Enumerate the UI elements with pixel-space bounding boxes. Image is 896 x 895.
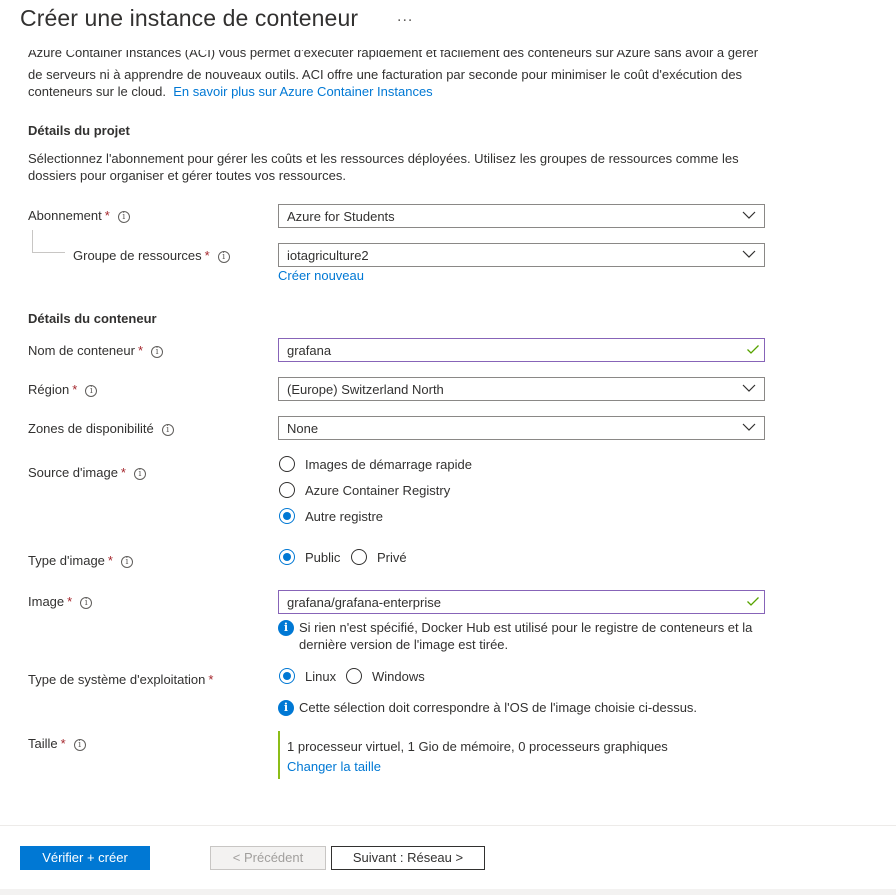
chevron-down-icon bbox=[742, 423, 756, 431]
container-name-input[interactable]: grafana bbox=[278, 338, 765, 362]
chevron-down-icon bbox=[742, 211, 756, 219]
checkmark-icon bbox=[747, 597, 759, 606]
availability-zones-dropdown[interactable]: None bbox=[278, 416, 765, 440]
info-icon[interactable]: i bbox=[80, 597, 93, 609]
os-type-label: Type de système d'exploitation * bbox=[28, 672, 214, 687]
checkmark-icon bbox=[747, 345, 759, 354]
subscription-dropdown[interactable]: Azure for Students bbox=[278, 204, 765, 228]
previous-button[interactable]: < Précédent bbox=[210, 846, 326, 870]
resource-group-value: iotagriculture2 bbox=[287, 248, 369, 263]
radio-button[interactable] bbox=[279, 456, 295, 472]
image-source-option-other[interactable]: Autre registre bbox=[279, 508, 383, 524]
info-icon[interactable]: i bbox=[151, 346, 164, 358]
subscription-value: Azure for Students bbox=[287, 209, 395, 224]
next-networking-button[interactable]: Suivant : Réseau > bbox=[331, 846, 485, 870]
resource-group-dropdown[interactable]: iotagriculture2 bbox=[278, 243, 765, 267]
footer-divider bbox=[0, 825, 896, 826]
image-source-option-quickstart[interactable]: Images de démarrage rapide bbox=[279, 456, 472, 472]
image-label: Image * i bbox=[28, 594, 93, 609]
container-name-value: grafana bbox=[287, 343, 332, 358]
region-label: Région * i bbox=[28, 382, 98, 397]
container-name-label: Nom de conteneur * i bbox=[28, 343, 164, 358]
review-create-button[interactable]: Vérifier + créer bbox=[20, 846, 150, 870]
region-value: (Europe) Switzerland North bbox=[287, 382, 444, 397]
resource-group-label: Groupe de ressources * i bbox=[73, 248, 230, 263]
info-icon[interactable]: i bbox=[117, 211, 130, 223]
more-options-button[interactable]: ... bbox=[397, 8, 413, 26]
os-info-note: i Cette sélection doit correspondre à l'… bbox=[278, 699, 768, 716]
page-title: Créer une instance de conteneur bbox=[20, 5, 359, 31]
container-details-heading: Détails du conteneur bbox=[28, 311, 157, 326]
image-type-option-public[interactable]: Public bbox=[279, 549, 340, 565]
os-type-option-windows[interactable]: Windows bbox=[346, 668, 425, 684]
size-summary: 1 processeur virtuel, 1 Gio de mémoire, … bbox=[287, 739, 668, 754]
size-label: Taille * i bbox=[28, 736, 86, 751]
info-icon[interactable]: i bbox=[85, 385, 98, 397]
bottom-scroll-strip bbox=[0, 889, 896, 895]
radio-button[interactable] bbox=[351, 549, 367, 565]
project-details-description: Sélectionnez l'abonnement pour gérer les… bbox=[28, 151, 739, 183]
subscription-label: Abonnement * i bbox=[28, 208, 130, 223]
image-source-label: Source d'image * i bbox=[28, 465, 146, 480]
size-summary-box: 1 processeur virtuel, 1 Gio de mémoire, … bbox=[278, 731, 668, 779]
project-details-heading: Détails du projet bbox=[28, 123, 130, 138]
image-input[interactable]: grafana/grafana-enterprise bbox=[278, 590, 765, 614]
chevron-down-icon bbox=[742, 384, 756, 392]
page-header: Créer une instance de conteneur ... bbox=[0, 0, 896, 44]
radio-button-selected[interactable] bbox=[279, 668, 295, 684]
region-dropdown[interactable]: (Europe) Switzerland North bbox=[278, 377, 765, 401]
info-filled-icon: i bbox=[278, 700, 294, 716]
os-type-option-linux[interactable]: Linux bbox=[279, 668, 336, 684]
intro-clipped-line: Azure Container Instances (ACI) vous per… bbox=[28, 50, 759, 60]
availability-zones-value: None bbox=[287, 421, 319, 436]
change-size-link[interactable]: Changer la taille bbox=[287, 759, 381, 774]
learn-more-link[interactable]: En savoir plus sur Azure Container Insta… bbox=[173, 84, 432, 99]
tree-connector bbox=[32, 230, 65, 253]
availability-zones-label: Zones de disponibilité i bbox=[28, 421, 174, 436]
info-icon[interactable]: i bbox=[73, 739, 86, 751]
radio-button-selected[interactable] bbox=[279, 508, 295, 524]
radio-button[interactable] bbox=[279, 482, 295, 498]
info-icon[interactable]: i bbox=[120, 556, 133, 568]
info-filled-icon: i bbox=[278, 620, 294, 636]
radio-button[interactable] bbox=[346, 668, 362, 684]
info-icon[interactable]: i bbox=[217, 251, 230, 263]
intro-text: de serveurs ni à apprendre de nouveaux o… bbox=[28, 66, 768, 100]
image-value: grafana/grafana-enterprise bbox=[287, 595, 441, 610]
image-type-option-private[interactable]: Privé bbox=[351, 549, 407, 565]
create-new-resource-group-link[interactable]: Créer nouveau bbox=[278, 268, 364, 283]
image-type-label: Type d'image * i bbox=[28, 553, 133, 568]
radio-button-selected[interactable] bbox=[279, 549, 295, 565]
image-info-note: i Si rien n'est spécifié, Docker Hub est… bbox=[278, 619, 768, 653]
info-icon[interactable]: i bbox=[133, 468, 146, 480]
chevron-down-icon bbox=[742, 250, 756, 258]
image-source-option-acr[interactable]: Azure Container Registry bbox=[279, 482, 450, 498]
info-icon[interactable]: i bbox=[161, 424, 174, 436]
